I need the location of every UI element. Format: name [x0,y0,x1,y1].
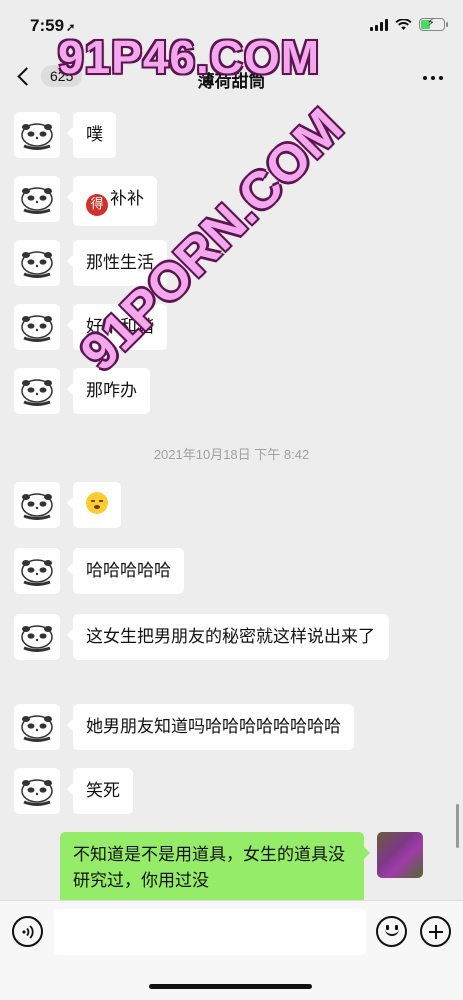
panda-avatar-icon[interactable] [14,304,60,350]
message-text: 那性生活 [86,253,154,273]
message-timestamp: 2021年10月18日 下午 8:42 [153,447,310,462]
message-item: 好不和谐 [14,304,167,350]
message-bubble[interactable]: 好不和谐 [67,304,167,350]
message-bubble[interactable]: 得补补 [67,176,157,226]
panda-avatar-icon[interactable] [14,240,60,286]
message-item [14,482,121,528]
panda-avatar-icon[interactable] [14,704,60,750]
message-item: 噗 [14,112,116,158]
cellular-signal-icon [370,18,388,31]
message-text: 不知道是不是用道具，女生的道具没研究过，你用过没 [73,845,345,891]
panda-avatar-icon[interactable] [14,768,60,814]
message-item: 哈哈哈哈哈 [14,548,184,594]
panda-avatar-icon[interactable] [14,176,60,222]
status-bar: 7:59 ➚ ⚡ [0,0,463,54]
message-bubble[interactable]: 她男朋友知道吗哈哈哈哈哈哈哈哈 [67,704,354,750]
panda-avatar-icon[interactable] [14,548,60,594]
message-bubble[interactable]: 噗 [67,112,116,158]
charging-bolt-icon: ⚡ [427,16,435,29]
message-item: 那咋办 [14,368,150,414]
message-bubble[interactable]: 哈哈哈哈哈 [67,548,184,594]
message-bubble[interactable] [67,482,121,528]
message-item: 笑死 [14,768,133,814]
voice-button[interactable] [12,916,43,947]
chat-screen: 7:59 ➚ ⚡ 625 薄荷甜筒 噗 得 补补 那性生活 好不和谐 那咋办 2… [0,0,463,1000]
message-input[interactable] [54,909,366,955]
message-item: 她男朋友知道吗哈哈哈哈哈哈哈哈 [14,704,354,750]
status-time: 7:59 ➚ [30,16,75,36]
panda-avatar-icon[interactable] [14,482,60,528]
message-bubble[interactable]: 笑死 [67,768,133,814]
message-item-self: 不知道是不是用道具，女生的道具没研究过，你用过没 [60,832,423,900]
message-text: 她男朋友知道吗哈哈哈哈哈哈哈哈 [86,717,341,737]
message-bubble[interactable]: 那咋办 [67,368,150,414]
message-bubble-self[interactable]: 不知道是不是用道具，女生的道具没研究过，你用过没 [60,832,370,900]
message-list[interactable]: 噗 得补补 那性生活 好不和谐 那咋办 2021年10月18日 下午 8:42 … [0,104,463,900]
plus-button[interactable] [420,916,451,947]
emoji-button[interactable] [376,916,407,947]
clock-text: 7:59 [30,16,65,35]
status-icons: ⚡ [370,16,448,31]
chat-header: 625 薄荷甜筒 [0,54,463,104]
message-text: 哈哈哈哈哈 [86,561,171,581]
battery-icon: ⚡ [419,16,448,31]
message-bubble[interactable]: 那性生活 [67,240,167,286]
panda-avatar-icon[interactable] [14,368,60,414]
message-item: 那性生活 [14,240,167,286]
message-text: 这女生把男朋友的秘密就这样说出来了 [86,627,375,647]
de-badge-icon: 得 [86,194,108,216]
home-indicator[interactable] [149,984,312,989]
smiley-icon [378,916,405,947]
chat-title: 薄荷甜筒 [197,72,266,92]
panda-avatar-icon[interactable] [14,112,60,158]
message-bubble[interactable]: 这女生把男朋友的秘密就这样说出来了 [67,614,389,660]
message-text: 补补 [110,189,144,209]
shushing-face-emoji-icon [86,492,108,514]
location-icon: ➚ [66,22,76,34]
message-item: 这女生把男朋友的秘密就这样说出来了 [14,614,389,660]
my-avatar[interactable] [377,832,423,878]
message-item: 得补补 [14,176,157,226]
more-options-button[interactable] [423,76,443,80]
plus-icon [428,924,443,939]
message-text: 噗 [86,125,103,145]
panda-avatar-icon[interactable] [14,614,60,660]
message-text: 好不和谐 [86,317,154,337]
wifi-icon [395,18,412,30]
message-text: 那咋办 [86,381,137,401]
voice-icon [21,924,34,939]
message-text: 笑死 [86,781,120,801]
scrollbar[interactable] [456,804,459,848]
